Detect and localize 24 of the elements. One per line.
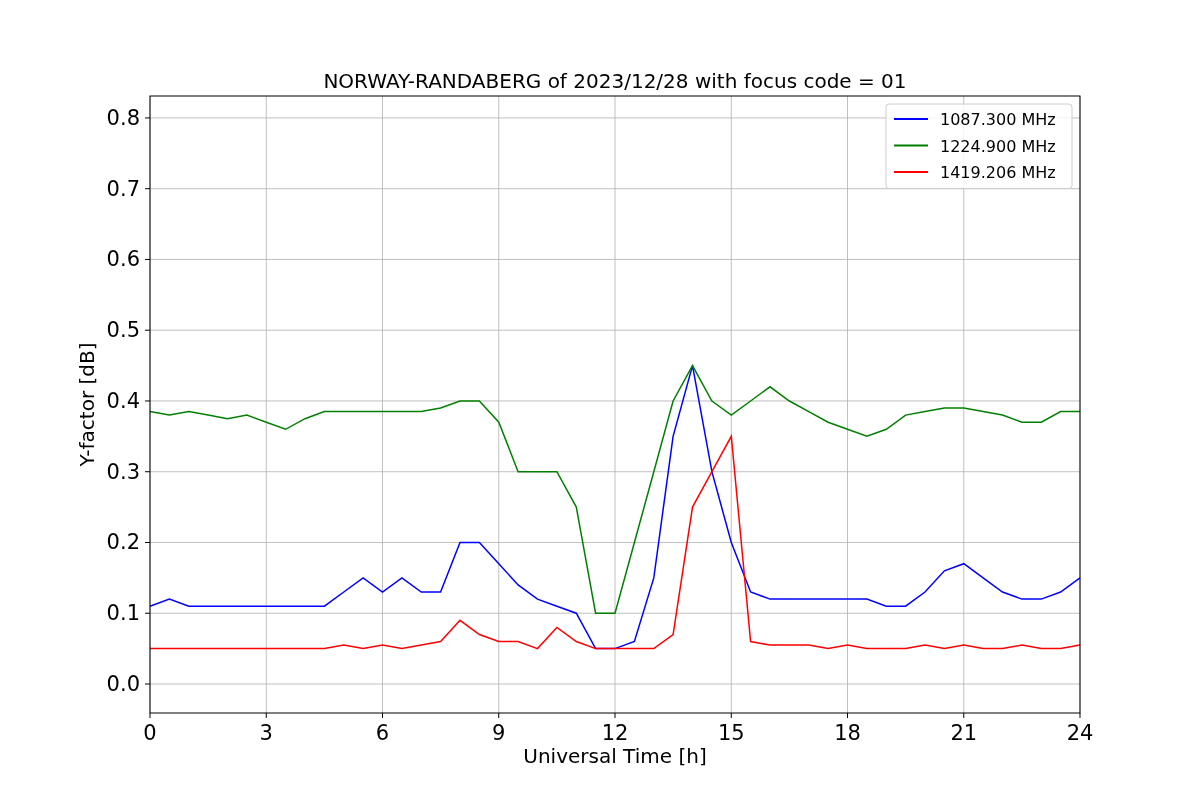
tick-label: 12: [601, 721, 629, 745]
tick-label: 0.4: [106, 388, 140, 413]
tick-label: 3: [259, 721, 273, 745]
tick-label: 0.5: [106, 318, 140, 343]
tick-label: 15: [717, 721, 745, 745]
tick-label: 18: [834, 721, 861, 745]
tick-label: 0.6: [106, 247, 140, 272]
tick-label: 24: [1066, 721, 1094, 745]
axis-label: Universal Time [h]: [523, 744, 707, 768]
tick-label: 0.8: [106, 105, 140, 130]
tick-label: 0.2: [106, 530, 140, 555]
legend-label: 1087.300 MHz: [940, 110, 1056, 129]
tick-label: 9: [492, 721, 506, 745]
tick-label: 0: [143, 721, 157, 745]
legend-label: 1224.900 MHz: [940, 136, 1056, 156]
legend-label: 1419.206 MHz: [940, 163, 1056, 182]
tick-label: 0.0: [106, 672, 140, 696]
tick-label: 0.1: [106, 601, 140, 626]
tick-label: 21: [950, 721, 978, 745]
tick-label: 0.7: [106, 176, 140, 201]
chart-title: NORWAY-RANDABERG of 2023/12/28 with focus code = 01: [323, 69, 907, 93]
tick-label: 6: [375, 721, 390, 745]
tick-label: 0.3: [106, 459, 140, 484]
axis-label: Y-factor [dB]: [75, 342, 99, 467]
